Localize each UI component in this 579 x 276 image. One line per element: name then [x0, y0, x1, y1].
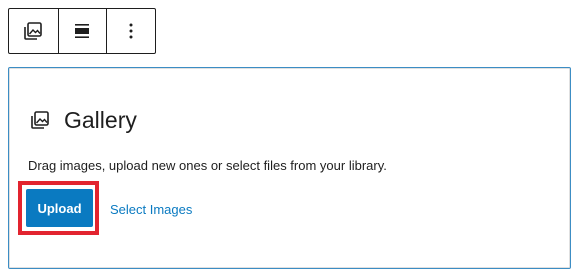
gallery-icon: [22, 20, 44, 42]
select-images-link[interactable]: Select Images: [110, 202, 192, 218]
gallery-block-placeholder[interactable]: Gallery Drag images, upload new ones or …: [8, 67, 571, 269]
more-options-button[interactable]: [106, 9, 155, 53]
more-options-icon: [128, 22, 134, 40]
gallery-icon: [28, 108, 52, 132]
upload-button[interactable]: Upload: [26, 189, 93, 227]
align-button[interactable]: [57, 9, 107, 53]
align-icon: [72, 21, 92, 41]
block-type-button[interactable]: [9, 9, 58, 53]
block-title: Gallery: [64, 107, 137, 133]
block-label: Gallery: [28, 106, 137, 134]
block-instructions: Drag images, upload new ones or select f…: [28, 158, 387, 173]
block-toolbar: [8, 8, 156, 54]
